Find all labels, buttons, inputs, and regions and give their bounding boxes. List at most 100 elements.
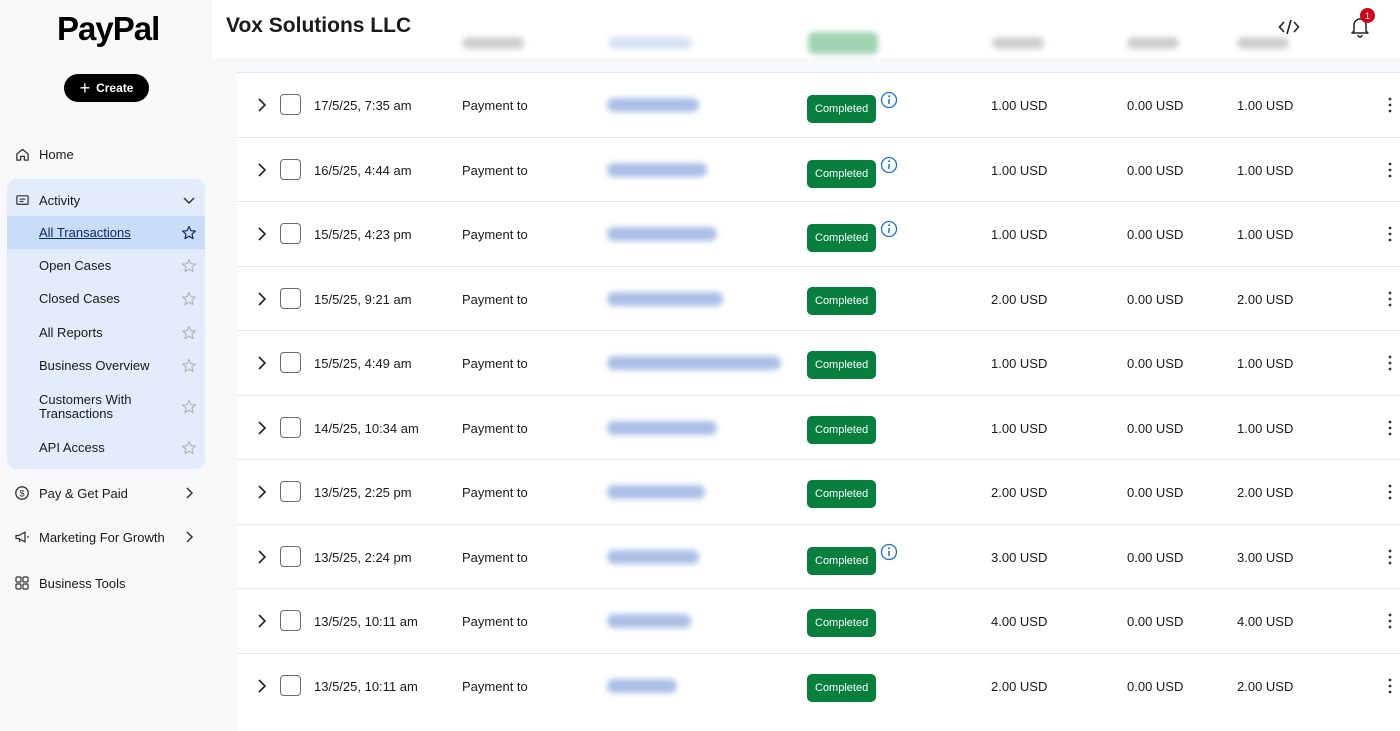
paypal-logo[interactable]: PayPal: [57, 10, 160, 48]
table-row[interactable]: 15/5/25, 9:21 am Payment to Completed 2.00 …: [237, 265, 1400, 330]
chevron-right-icon[interactable]: [255, 291, 269, 307]
more-options-icon[interactable]: [1385, 160, 1395, 180]
row-checkbox[interactable]: [280, 481, 301, 502]
net-amount: 1.00 USD: [1237, 227, 1294, 242]
create-button[interactable]: + Create: [64, 74, 149, 102]
sidebar-subitem[interactable]: All Reports: [7, 316, 205, 349]
row-checkbox[interactable]: [280, 94, 301, 115]
recipient-name-redacted[interactable]: [607, 227, 717, 241]
star-icon[interactable]: [181, 258, 197, 274]
table-row[interactable]: 13/5/25, 2:25 pm Payment to Completed 2.00 …: [237, 459, 1400, 523]
code-icon[interactable]: [1278, 16, 1300, 38]
star-icon[interactable]: [181, 358, 197, 374]
sidebar-subitem[interactable]: Closed Cases: [7, 282, 205, 315]
more-options-icon[interactable]: [1385, 289, 1395, 309]
recipient-name-redacted[interactable]: [607, 162, 707, 177]
chevron-right-icon[interactable]: [255, 420, 269, 436]
chevron-right-icon[interactable]: [255, 355, 269, 371]
more-options-icon[interactable]: [1385, 482, 1395, 502]
recipient-name-redacted[interactable]: [607, 678, 677, 693]
sidebar: PayPal + Create Home Activity All Transa…: [0, 0, 212, 731]
recipient-name-redacted[interactable]: [607, 549, 699, 564]
info-icon[interactable]: [880, 543, 898, 561]
status-badge: Completed: [807, 673, 877, 702]
chevron-right-icon[interactable]: [255, 226, 269, 242]
status-badge: Completed: [807, 224, 877, 252]
sidebar-item-pay-get-paid[interactable]: $ Pay & Get Paid: [0, 485, 212, 501]
recipient-name-redacted[interactable]: [607, 614, 691, 628]
transaction-description: Payment to: [462, 98, 528, 113]
chevron-right-icon: [186, 531, 194, 543]
status-badge: Completed: [807, 95, 877, 123]
recipient-name-redacted[interactable]: [607, 356, 781, 370]
chevron-right-icon[interactable]: [255, 97, 269, 113]
recipient-name-redacted[interactable]: [607, 485, 705, 499]
sidebar-item-business-tools[interactable]: Business Tools: [0, 575, 212, 591]
table-row[interactable]: 13/5/25, 2:24 pm Payment to Completed 3.00 …: [237, 523, 1400, 588]
home-icon: [14, 146, 30, 162]
more-options-icon[interactable]: [1385, 95, 1395, 115]
row-checkbox[interactable]: [280, 352, 301, 373]
column-header-blurred: [1127, 37, 1179, 49]
table-row[interactable]: 17/5/25, 7:35 am Payment to Completed 1.00 …: [237, 72, 1400, 136]
table-row[interactable]: 15/5/25, 4:23 pm Payment to Completed 1.00 …: [237, 201, 1400, 265]
table-row[interactable]: 16/5/25, 4:44 am Payment to Completed 1.00 …: [237, 136, 1400, 201]
row-checkbox[interactable]: [280, 416, 301, 438]
recipient-name-redacted[interactable]: [607, 291, 723, 306]
sidebar-subitem[interactable]: Customers With Transactions: [7, 390, 205, 424]
more-options-icon[interactable]: [1385, 224, 1395, 244]
row-checkbox[interactable]: [280, 545, 301, 567]
gross-amount: 1.00 USD: [991, 420, 1048, 436]
table-row[interactable]: 13/5/25, 10:11 am Payment to Completed 4.00…: [237, 588, 1400, 652]
sidebar-subitem-label: All Reports: [39, 324, 103, 340]
sidebar-item-activity[interactable]: Activity: [0, 192, 212, 208]
recipient-name-redacted[interactable]: [607, 98, 699, 112]
transactions-table: 17/5/25, 7:35 am Payment to Completed 1.00 …: [237, 72, 1400, 731]
transaction-date: 13/5/25, 10:11 am: [314, 678, 418, 694]
sidebar-subitem[interactable]: All Transactions: [7, 216, 205, 249]
sidebar-subitem-label: API Access: [39, 439, 105, 455]
more-options-icon[interactable]: [1385, 418, 1395, 438]
row-checkbox[interactable]: [280, 223, 301, 244]
chevron-right-icon[interactable]: [255, 484, 269, 500]
chevron-right-icon[interactable]: [255, 678, 269, 694]
star-icon[interactable]: [181, 225, 197, 241]
table-row[interactable]: 15/5/25, 4:49 am Payment to Completed 1.00 …: [237, 330, 1400, 394]
chevron-right-icon[interactable]: [255, 613, 269, 629]
sidebar-item-marketing[interactable]: Marketing For Growth: [0, 529, 212, 545]
sidebar-subitem[interactable]: Open Cases: [7, 249, 205, 282]
status-badge: Completed: [807, 609, 877, 637]
transaction-description: Payment to: [462, 678, 528, 694]
sidebar-subitem[interactable]: Business Overview: [7, 349, 205, 382]
star-icon[interactable]: [181, 399, 197, 415]
more-options-icon[interactable]: [1385, 676, 1395, 696]
info-icon[interactable]: [880, 156, 898, 174]
star-icon[interactable]: [181, 440, 197, 456]
row-checkbox[interactable]: [280, 287, 301, 309]
star-icon[interactable]: [181, 291, 197, 307]
more-options-icon[interactable]: [1385, 611, 1395, 631]
sidebar-item-marketing-label: Marketing For Growth: [39, 529, 165, 545]
star-icon[interactable]: [181, 325, 197, 341]
info-icon[interactable]: [880, 91, 898, 109]
row-checkbox[interactable]: [280, 158, 301, 180]
sidebar-item-home[interactable]: Home: [0, 146, 212, 162]
gross-amount: 4.00 USD: [991, 614, 1048, 629]
sidebar-subitem[interactable]: API Access: [7, 431, 205, 464]
more-options-icon[interactable]: [1385, 353, 1395, 373]
net-amount: 2.00 USD: [1237, 485, 1294, 500]
row-checkbox[interactable]: [280, 674, 301, 696]
transaction-date: 14/5/25, 10:34 am: [314, 420, 419, 436]
net-amount: 1.00 USD: [1237, 162, 1294, 178]
more-options-icon[interactable]: [1385, 547, 1395, 567]
chevron-right-icon[interactable]: [255, 549, 269, 565]
sidebar-item-home-label: Home: [39, 146, 74, 162]
table-row[interactable]: 14/5/25, 10:34 am Payment to Completed 1.00…: [237, 394, 1400, 459]
info-icon[interactable]: [880, 220, 898, 238]
row-checkbox[interactable]: [280, 610, 301, 631]
recipient-name-redacted[interactable]: [607, 420, 717, 435]
chevron-right-icon[interactable]: [255, 162, 269, 178]
megaphone-icon: [14, 529, 30, 545]
table-row[interactable]: 13/5/25, 10:11 am Payment to Completed 2.00…: [237, 652, 1400, 717]
chevron-down-icon: [183, 197, 195, 205]
